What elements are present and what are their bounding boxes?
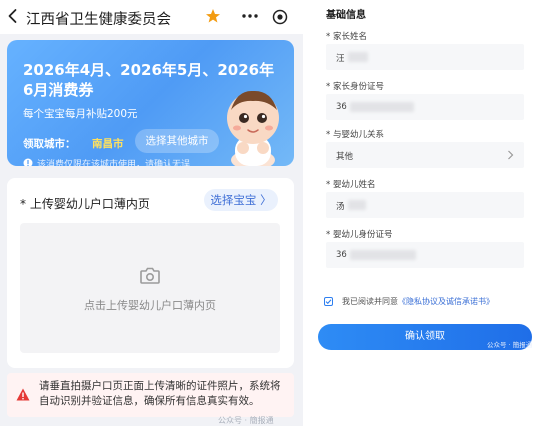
parent-name-field[interactable]: 汪 <box>326 44 524 70</box>
agreement-link[interactable]: 《隐私协议及诚信承诺书》 <box>398 297 494 306</box>
baby-name-field[interactable]: 汤 <box>326 192 524 218</box>
coupon-banner: 2026年4月、2026年5月、2026年6月消费券 每个宝宝每月补贴200元 … <box>7 40 294 166</box>
upload-hint: 点击上传婴幼儿户口薄内页 <box>84 299 216 312</box>
warning-icon <box>16 388 30 401</box>
parent-id-field[interactable]: 36 <box>326 94 524 120</box>
baby-id-label: * 婴幼儿身份证号 <box>326 230 393 240</box>
upload-label: * 上传婴幼儿户口薄内页 <box>20 197 150 211</box>
left-phone-screen: 江西省卫生健康委员会 2026年4月、2026年5月、2026年6月消费券 每个… <box>0 0 303 426</box>
baby-name-value: 汤 <box>336 202 345 212</box>
close-target-icon[interactable] <box>272 9 288 25</box>
baby-id-field[interactable]: 36 <box>326 242 524 268</box>
warning-tip: 请垂直拍摄户口页正面上传清晰的证件照片，系统将自动识别并验证信息，确保所有信息真… <box>7 373 294 417</box>
banner-notice: 该消费仅限在该城市使用，请确认无误 <box>37 160 191 166</box>
banner-subtitle: 每个宝宝每月补贴200元 <box>23 108 138 120</box>
watermark: 公众号 · 簡报通 <box>218 416 274 425</box>
choose-baby-button[interactable]: 选择宝宝 〉 <box>204 189 278 211</box>
baby-id-value: 36 <box>336 250 347 260</box>
baby-illustration <box>227 90 279 166</box>
redaction-blur <box>350 102 414 112</box>
section-title: 基础信息 <box>326 10 366 21</box>
relation-value: 其他 <box>336 152 354 162</box>
redaction-blur <box>348 52 368 62</box>
city-value: 南昌市 <box>92 138 124 150</box>
back-arrow-icon[interactable] <box>4 7 22 25</box>
star-icon[interactable] <box>205 8 221 24</box>
relation-select[interactable]: 其他 <box>326 142 524 168</box>
parent-name-value: 汪 <box>336 54 345 64</box>
redaction-blur <box>350 250 416 260</box>
warning-text: 请垂直拍摄户口页正面上传清晰的证件照片，系统将自动识别并验证信息，确保所有信息真… <box>39 380 281 407</box>
baby-name-label: * 婴幼儿姓名 <box>326 180 376 190</box>
city-label: 领取城市： <box>23 138 76 150</box>
top-bar: 江西省卫生健康委员会 <box>0 0 303 34</box>
info-icon <box>23 158 33 166</box>
watermark: 公众号 · 簡报通 <box>487 341 533 349</box>
relation-label: * 与婴幼儿关系 <box>326 130 384 140</box>
agreement-text: 我已阅读并同意《隐私协议及诚信承诺书》 <box>342 296 494 307</box>
parent-id-label: * 家长身份证号 <box>326 82 384 92</box>
chevron-right-icon <box>508 150 514 160</box>
redaction-blur <box>348 200 366 210</box>
right-phone-screen: 基础信息 * 家长姓名 汪 * 家长身份证号 36 * 与婴幼儿关系 其他 * … <box>315 0 541 426</box>
camera-icon <box>140 267 160 284</box>
page-title: 江西省卫生健康委员会 <box>26 12 171 28</box>
upload-area[interactable]: 点击上传婴幼儿户口薄内页 <box>20 223 280 353</box>
parent-id-value: 36 <box>336 102 347 112</box>
choose-other-city-button[interactable]: 选择其他城市 <box>135 129 219 153</box>
agree-checkbox[interactable] <box>324 297 333 306</box>
upload-card: * 上传婴幼儿户口薄内页 选择宝宝 〉 点击上传婴幼儿户口薄内页 <box>7 178 294 368</box>
agreement-prefix: 我已阅读并同意 <box>342 297 398 306</box>
parent-name-label: * 家长姓名 <box>326 32 367 42</box>
more-icon[interactable] <box>241 9 259 23</box>
